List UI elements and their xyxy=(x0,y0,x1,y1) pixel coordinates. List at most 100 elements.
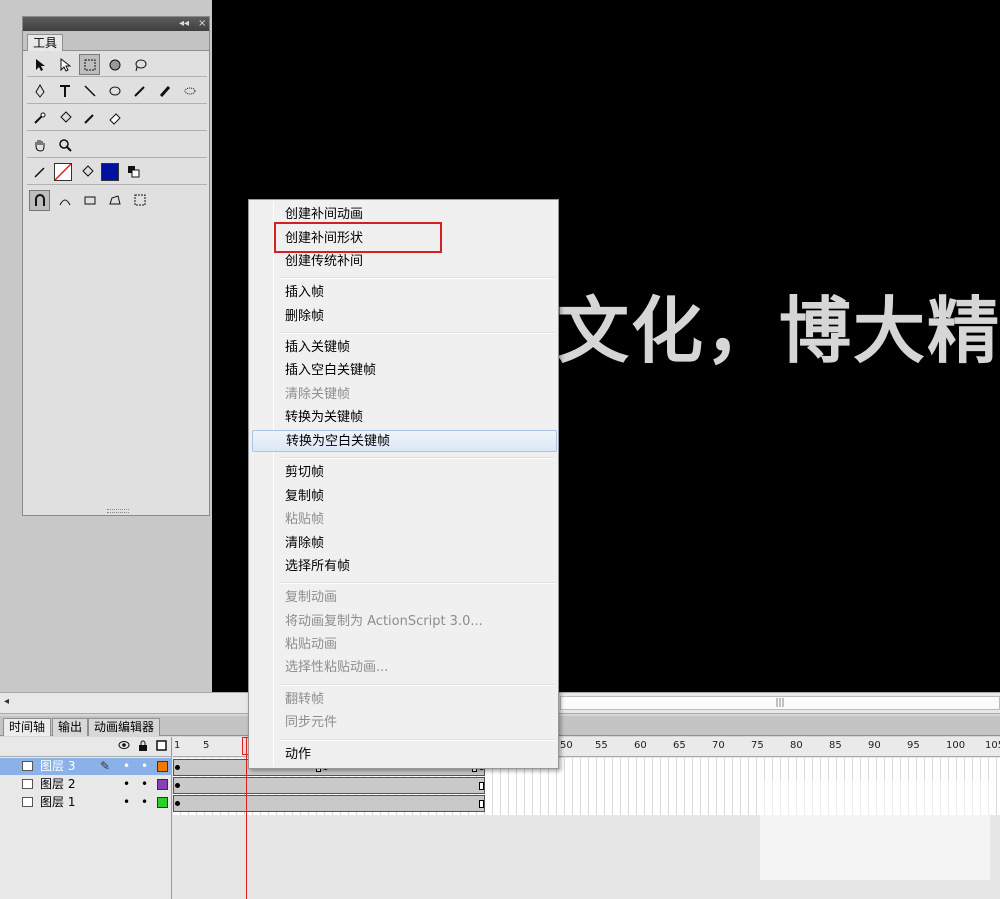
menu-item-copy-motion: 复制动画 xyxy=(285,590,338,605)
ruler-number: 100 xyxy=(946,740,966,751)
fill-color-icon[interactable] xyxy=(76,161,97,182)
ruler-number: 80 xyxy=(790,740,803,751)
panel-grip[interactable] xyxy=(107,509,129,513)
straighten-icon[interactable] xyxy=(79,190,100,211)
brush-tool-icon[interactable] xyxy=(154,80,175,101)
end-frame[interactable] xyxy=(479,800,484,808)
selection-tool-icon[interactable] xyxy=(29,54,50,75)
tool-row-view xyxy=(27,132,207,158)
envelope-icon[interactable] xyxy=(129,190,150,211)
pen-tool-icon[interactable] xyxy=(29,80,50,101)
menu-item-copy-motion-as-as3: 将动画复制为 ActionScript 3.0... xyxy=(285,614,483,629)
end-frame[interactable] xyxy=(479,782,484,790)
deco-tool-icon[interactable] xyxy=(179,80,200,101)
visibility-dot[interactable]: • xyxy=(123,758,130,775)
tools-titlebar[interactable]: ◂◂ × xyxy=(23,17,209,31)
smooth-icon[interactable] xyxy=(54,190,75,211)
layer-row-3[interactable]: 图层 3 ✎ • • xyxy=(0,758,172,775)
distort-icon[interactable] xyxy=(104,190,125,211)
stage-text[interactable]: 文化，博大精深 xyxy=(557,272,1000,377)
menu-item-actions[interactable]: 动作 xyxy=(252,744,557,766)
lasso-tool-icon[interactable] xyxy=(129,54,150,75)
lock-dot[interactable]: • xyxy=(141,758,148,775)
menu-item-clear-frames[interactable]: 清除帧 xyxy=(252,533,557,555)
lock-dot[interactable]: • xyxy=(141,794,148,811)
layer-row-2[interactable]: 图层 2 • • xyxy=(0,776,172,793)
tab-motion-editor[interactable]: 动画编辑器 xyxy=(88,718,161,736)
menu-item-select-all-frames[interactable]: 选择所有帧 xyxy=(252,556,557,578)
hand-icon[interactable] xyxy=(29,134,50,155)
menu-item-convert-to-keyframe[interactable]: 转换为关键帧 xyxy=(252,407,557,429)
black-white-icon[interactable] xyxy=(123,161,144,182)
menu-item-insert-keyframe[interactable]: 插入关键帧 xyxy=(252,337,557,359)
tab-timeline[interactable]: 时间轴 xyxy=(3,718,52,736)
menu-item-create-classic-tween[interactable]: 创建传统补间 xyxy=(252,251,557,273)
line-tool-icon[interactable] xyxy=(79,80,100,101)
layer-row-1[interactable]: 图层 1 • • xyxy=(0,794,172,811)
menu-separator xyxy=(279,684,555,686)
ruler-number: 105 xyxy=(985,740,1000,751)
playhead-line[interactable] xyxy=(246,737,247,899)
eye-icon[interactable] xyxy=(118,740,130,753)
menu-separator xyxy=(279,457,555,459)
menu-item-clear-keyframe: 清除关键帧 xyxy=(285,387,351,402)
stroke-color-swatch[interactable] xyxy=(54,162,72,181)
layer-name[interactable]: 图层 1 xyxy=(40,794,75,811)
visibility-dot[interactable]: • xyxy=(123,776,130,793)
menu-item-paste-motion-special: 选择性粘贴动画... xyxy=(285,660,389,675)
menu-item-insert-frame[interactable]: 插入帧 xyxy=(252,282,557,304)
ruler-number: 75 xyxy=(751,740,764,751)
pencil-icon: ✎ xyxy=(100,759,111,773)
lock-icon[interactable] xyxy=(138,740,148,754)
pencil-tool-icon[interactable] xyxy=(129,80,150,101)
scroll-left-arrow-icon[interactable]: ◂ xyxy=(4,696,9,707)
eraser-icon[interactable] xyxy=(104,107,125,128)
layer-name[interactable]: 图层 3 xyxy=(40,758,75,775)
free-transform-tool-icon[interactable] xyxy=(79,54,100,75)
zoom-icon[interactable] xyxy=(54,134,75,155)
stroke-color-icon[interactable] xyxy=(29,161,50,182)
menu-item-paste-motion: 粘贴动画 xyxy=(285,637,338,652)
menu-item-copy-frames[interactable]: 复制帧 xyxy=(252,486,557,508)
collapse-icon[interactable]: ◂◂ xyxy=(179,17,189,31)
oval-tool-icon[interactable] xyxy=(104,80,125,101)
keyframe[interactable] xyxy=(175,801,180,806)
frame-span-layer-2[interactable] xyxy=(173,777,485,794)
tool-row-fill xyxy=(27,105,207,131)
tools-panel: ◂◂ × 工具 xyxy=(22,16,210,516)
lock-dot[interactable]: • xyxy=(141,776,148,793)
text-tool-icon[interactable] xyxy=(54,80,75,101)
subselection-tool-icon[interactable] xyxy=(54,54,75,75)
menu-item-insert-blank-keyframe[interactable]: 插入空白关键帧 xyxy=(252,360,557,382)
keyframe[interactable] xyxy=(175,765,180,770)
ruler-number: 60 xyxy=(634,740,647,751)
visibility-dot[interactable]: • xyxy=(123,794,130,811)
frame-span-layer-1[interactable] xyxy=(173,795,485,812)
tool-row-options xyxy=(27,186,207,214)
fill-color-swatch[interactable] xyxy=(101,162,119,181)
menu-item-cut-frames[interactable]: 剪切帧 xyxy=(252,462,557,484)
layer-name[interactable]: 图层 2 xyxy=(40,776,75,793)
menu-item-convert-to-blank-keyframe[interactable]: 转换为空白关键帧 xyxy=(252,430,557,452)
layer-color-swatch[interactable] xyxy=(157,779,168,790)
3d-rotation-tool-icon[interactable] xyxy=(104,54,125,75)
layer-color-swatch[interactable] xyxy=(157,797,168,808)
eyedropper-icon[interactable] xyxy=(79,107,100,128)
tab-tools[interactable]: 工具 xyxy=(27,34,64,51)
layer-color-swatch[interactable] xyxy=(157,761,168,772)
menu-item-remove-frames[interactable]: 删除帧 xyxy=(252,306,557,328)
menu-separator xyxy=(279,332,555,334)
snap-magnet-icon[interactable] xyxy=(29,189,50,211)
menu-item-reverse-frames: 翻转帧 xyxy=(285,692,325,707)
close-icon[interactable]: × xyxy=(198,17,206,31)
tab-output[interactable]: 输出 xyxy=(52,718,89,736)
ruler-number: 70 xyxy=(712,740,725,751)
ruler-number: 65 xyxy=(673,740,686,751)
layer-icon xyxy=(22,797,33,807)
keyframe[interactable] xyxy=(175,783,180,788)
paint-bucket-icon[interactable] xyxy=(54,107,75,128)
bone-tool-icon[interactable] xyxy=(29,107,50,128)
outline-icon[interactable] xyxy=(156,740,167,754)
tools-tabrow: 工具 xyxy=(23,31,209,51)
scrollbar-thumb[interactable]: ||| xyxy=(560,696,1000,710)
